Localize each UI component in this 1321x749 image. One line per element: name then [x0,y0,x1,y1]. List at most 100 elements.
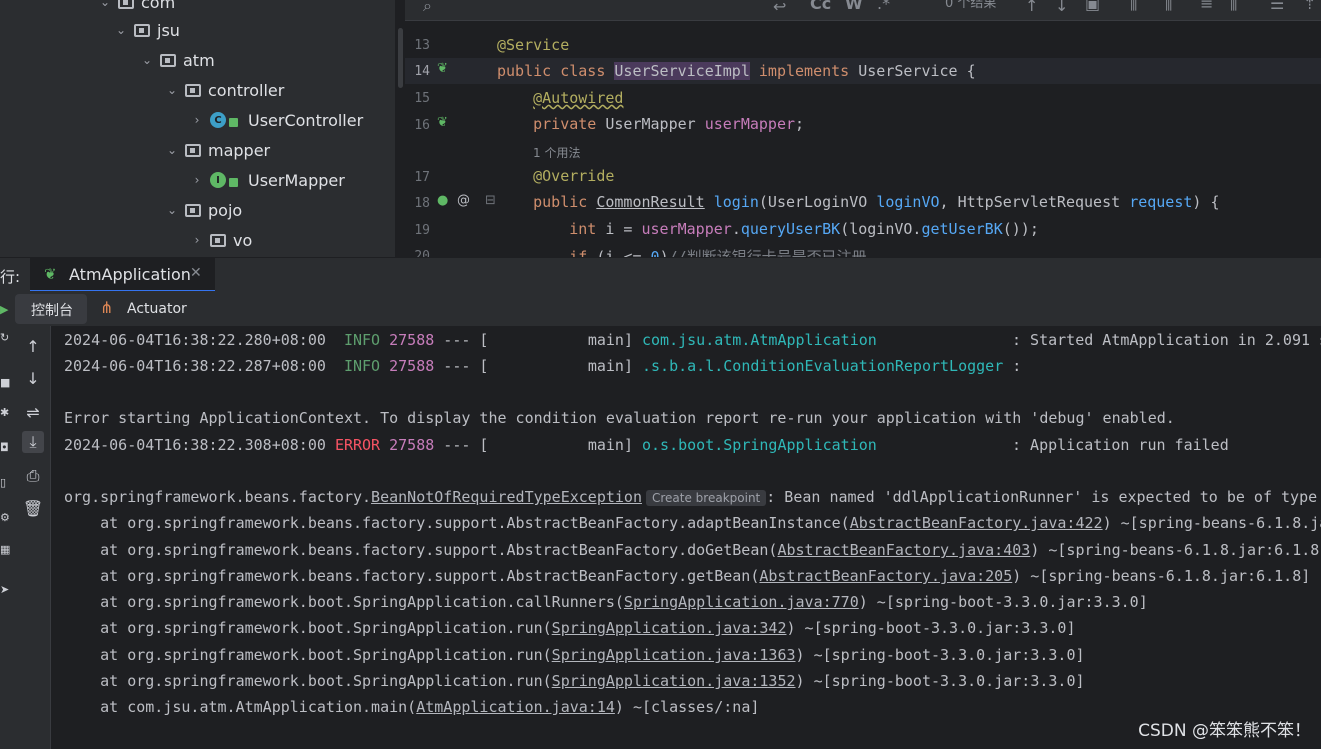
regex-icon[interactable]: .* [877,0,890,13]
exception-line: org.springframework.beans.factory.BeanNo… [64,488,1318,506]
whole-words-icon[interactable]: W [845,0,863,13]
spring-bean-icon[interactable]: ❦ [437,61,448,76]
chevron-right-icon[interactable]: › [188,233,206,247]
undo-icon[interactable]: ↩ [773,0,786,16]
tree-item-label: UserMapper [248,170,345,190]
menu-icon[interactable]: ☰ [1270,0,1284,13]
chevron-down-icon[interactable]: ⌄ [138,53,156,67]
run-subtabs: 控制台 ⋔ Actuator [0,291,1321,327]
usage-hint[interactable]: 1 个用法 [533,144,580,161]
tab-label: 控制台 [31,303,73,319]
left-run-toolbar: ▶ ↻ ■ ✱ ◘ ▯ ⚙ ▦ ➤ [0,291,14,749]
arrow-up-icon[interactable]: ↑ [22,335,44,357]
stack-line: at org.springframework.boot.SpringApplic… [100,593,1148,611]
create-breakpoint-button[interactable]: Create breakpoint [645,490,767,506]
multiline-icon[interactable]: ≡ [1200,0,1213,13]
search-icon[interactable]: ⌕ [423,0,432,16]
debug-icon[interactable]: ✱ [0,406,9,419]
implements-method-icon[interactable]: ● [437,193,448,208]
log-line: Error starting ApplicationContext. To di… [64,409,1175,427]
package-icon [118,0,134,9]
tree-item-label: pojo [208,200,243,220]
chevron-right-icon[interactable]: › [188,113,206,127]
trash-icon[interactable]: 🗑 [22,497,44,519]
project-scrollbar[interactable] [395,0,405,257]
arrow-down-icon[interactable]: ↓ [22,367,44,389]
tree-item-label: com [141,0,176,12]
fold-icon[interactable]: ⊟ [485,193,496,208]
run-label: 行: [0,268,21,286]
filter-2-icon[interactable]: ⫼ [1230,0,1237,14]
line-number: 18 [414,196,430,211]
console-output[interactable]: 2024-06-04T16:38:22.280+08:00 INFO 27588… [51,326,1321,749]
tree-item-jsu[interactable]: ⌄ jsu [112,15,180,45]
stack-link[interactable]: SpringApplication.java:1363 [552,646,796,664]
layout-icon[interactable]: ▯ [0,476,6,489]
camera-icon[interactable]: ◘ [0,441,9,454]
stack-link[interactable]: AbstractBeanFactory.java:205 [759,567,1012,585]
code-line: public CommonResult login(UserLoginVO lo… [533,193,1220,211]
tree-item-vo[interactable]: › vo [188,225,253,255]
next-occurrence-icon[interactable]: ↓ [1055,0,1068,15]
code-line: @Service [497,36,570,54]
tree-item-pojo[interactable]: ⌄ pojo [163,195,242,225]
chevron-right-icon[interactable]: › [188,173,206,187]
code-line: public class UserServiceImpl implements … [497,62,976,80]
tree-item-mapper[interactable]: ⌄ mapper [163,135,270,165]
rerun-icon[interactable]: ▶ [0,303,8,316]
tab-atmapplication[interactable]: ❦ AtmApplication ✕ [30,258,215,292]
match-case-icon[interactable]: Cc [810,0,831,13]
tree-item-label: jsu [157,20,180,40]
tab-label: AtmApplication [69,265,191,284]
previous-occurrence-icon[interactable]: ↑ [1025,0,1038,15]
close-icon[interactable]: ✕ [190,265,202,281]
console-toolbar: ↑ ↓ ⇌ ⤓ ⎙ 🗑 [14,326,51,749]
log-line: 2024-06-04T16:38:22.287+08:00 INFO 27588… [64,357,1022,375]
tab-label: Actuator [127,301,187,317]
autowire-navigate-icon[interactable]: ❦ [437,115,448,130]
print-icon[interactable]: ⎙ [22,465,44,487]
settings-icon[interactable]: ⚙ [0,511,10,524]
restart-icon[interactable]: ↻ [0,331,9,344]
select-all-icon[interactable]: ▣ [1085,0,1100,13]
stack-line: at org.springframework.boot.SpringApplic… [100,646,1085,664]
stack-link[interactable]: SpringApplication.java:1352 [552,672,796,690]
close-find-icon[interactable]: ⇡ [1303,0,1316,13]
project-tree: ⌄ com ⌄ jsu ⌄ atm ⌄ controller › C UserC… [0,0,395,257]
chevron-down-icon[interactable]: ⌄ [163,143,181,157]
run-tool-window-header: 行: ❦ AtmApplication ✕ [0,257,1321,292]
find-result-count: 0 个结果 [945,0,997,11]
class-icon: C [210,112,226,128]
request-mapping-icon[interactable]: @ [457,193,470,208]
line-number: 20 [414,249,430,257]
stack-link[interactable]: AbstractBeanFactory.java:422 [850,514,1103,532]
stack-line: at org.springframework.beans.factory.sup… [100,514,1321,532]
exception-link[interactable]: BeanNotOfRequiredTypeException [371,488,642,506]
lock-icon [229,117,238,127]
code-line: @Autowired [533,89,624,107]
tree-item-controller[interactable]: ⌄ controller [163,75,284,105]
stack-link[interactable]: SpringApplication.java:342 [552,619,787,637]
stack-line: at com.jsu.atm.AtmApplication.main(AtmAp… [100,698,760,716]
stack-link[interactable]: AtmApplication.java:14 [416,698,615,716]
package-icon [185,203,201,217]
soft-wrap-icon[interactable]: ⇌ [22,401,44,423]
code-line: private UserMapper userMapper; [533,115,805,133]
tab-console[interactable]: 控制台 [15,294,87,324]
stack-link[interactable]: AbstractBeanFactory.java:403 [777,541,1030,559]
chevron-down-icon[interactable]: ⌄ [163,83,181,97]
tree-item-usercontroller[interactable]: › C UserController [188,105,364,135]
chevron-down-icon[interactable]: ⌄ [163,203,181,217]
stop-icon[interactable]: ■ [0,376,10,389]
tree-item-usermapper[interactable]: › I UserMapper [188,165,345,195]
filter-exclude-icon[interactable]: ⫼ [1165,0,1172,14]
tree-item-atm[interactable]: ⌄ atm [138,45,215,75]
scroll-to-end-icon[interactable]: ⤓ [22,431,44,453]
code-editor[interactable]: ⌕ ↩ Cc W .* 0 个结果 ↑ ↓ ▣ ⫼ ⫼ ≡ ⫼ ☰ ⇡ 13 @… [405,0,1321,257]
pin-icon[interactable]: ➤ [0,583,9,596]
filter-icon[interactable]: ⫼ [1130,0,1137,14]
chevron-down-icon[interactable]: ⌄ [112,23,130,37]
chevron-down-icon[interactable]: ⌄ [96,0,114,9]
grid-icon[interactable]: ▦ [0,543,10,556]
stack-link[interactable]: SpringApplication.java:770 [624,593,859,611]
